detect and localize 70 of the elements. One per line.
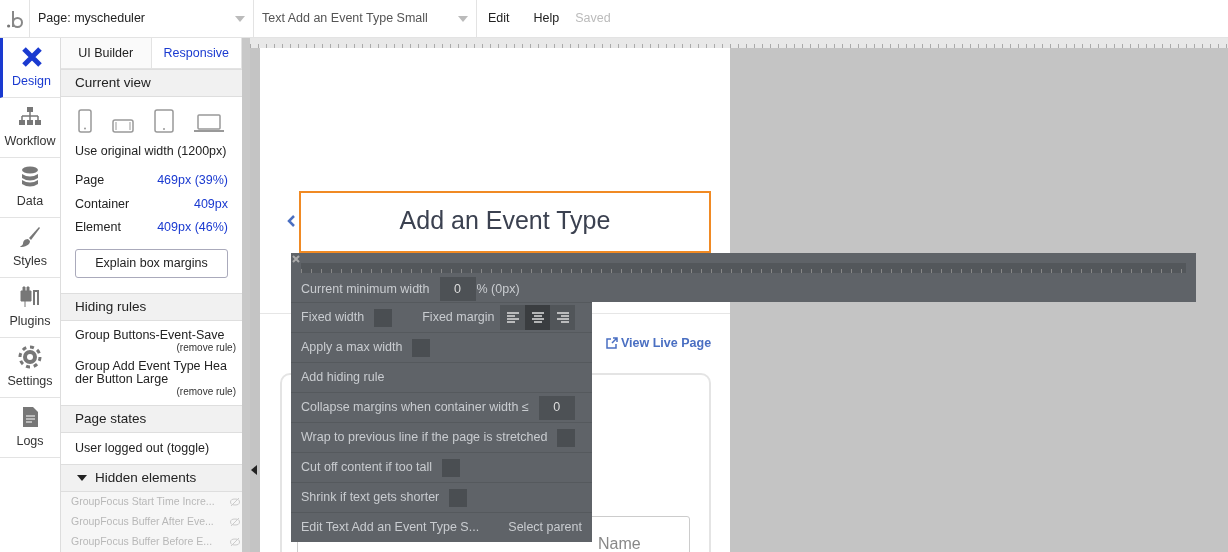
rule-name: Group Add Event Type Header Button Large	[75, 360, 228, 386]
size-value: 409px (46%)	[157, 219, 228, 237]
size-label: Element	[75, 219, 121, 237]
menu-item[interactable]: Edit	[488, 9, 510, 28]
option-label: Wrap to previous line if the page is stretched	[301, 429, 548, 447]
original-width-option[interactable]: Use original width (1200px)	[75, 142, 228, 161]
remove-rule-link[interactable]: (remove rule)	[176, 342, 236, 354]
back-chevron-icon	[287, 215, 295, 227]
size-value: 409px	[193, 195, 228, 213]
add-hiding-rule-link[interactable]: Add hiding rule	[301, 368, 385, 387]
laptop-icon	[194, 113, 224, 133]
nav-item[interactable]: Logs	[0, 398, 60, 458]
section-header: Page states	[61, 405, 242, 433]
nav-item[interactable]: Workflow	[0, 98, 60, 158]
triangle-icon	[77, 474, 87, 482]
size-label: Container	[75, 195, 130, 213]
logo-icon	[6, 9, 23, 28]
plug-icon	[18, 284, 42, 309]
dropdown[interactable]: Text Add an Event Type Small	[254, 0, 477, 37]
option-label: Current minimum width	[301, 280, 430, 298]
option-label: Cut off content if too tall	[301, 459, 433, 477]
nav-item[interactable]: Plugins	[0, 278, 60, 338]
option-label: Shrink if text gets shorter	[301, 489, 440, 507]
section-header: Current view	[61, 69, 242, 97]
align-right-icon	[556, 311, 570, 324]
phone-icon	[78, 109, 92, 133]
size-label: Page	[75, 171, 105, 189]
crossed-tools-icon	[19, 44, 44, 69]
gear-icon	[18, 344, 42, 369]
caret-icon	[235, 15, 245, 22]
input-field[interactable]: 0	[538, 395, 575, 420]
option-label: Fixed margin	[422, 309, 495, 327]
align-center-icon	[531, 311, 545, 324]
caret-icon	[458, 15, 468, 22]
eye-slash-icon	[230, 518, 240, 526]
hidden-elements-toggle[interactable]: Hidden elements	[61, 464, 242, 492]
nav-item[interactable]: Data	[0, 158, 60, 218]
scrollbar[interactable]	[242, 38, 250, 552]
section-header: Hiding rules	[61, 293, 242, 321]
option-label: Collapse margins when container width ≤	[301, 399, 529, 417]
eye-slash-icon	[230, 498, 240, 506]
dropdown[interactable]: Page: myscheduler	[30, 0, 254, 37]
unit-label: % (0px)	[476, 280, 520, 298]
select-parent-link[interactable]: Select parent	[508, 518, 582, 537]
align-left-icon	[506, 311, 520, 324]
align-button[interactable]	[525, 305, 551, 330]
remove-rule-link[interactable]: (remove rule)	[176, 386, 236, 398]
close-icon	[292, 255, 300, 263]
tablet-icon	[154, 109, 174, 133]
nav-item[interactable]: Settings	[0, 338, 60, 398]
edit-element-link[interactable]: Edit Text Add an Event Type S...	[301, 518, 480, 537]
paintbrush-icon	[18, 224, 42, 249]
rule-name: Group Buttons-Event-Save	[75, 329, 226, 342]
nav-item[interactable]: Styles	[0, 218, 60, 278]
explain-margins-button[interactable]: Explain box margins	[75, 249, 228, 278]
phone-landscape-icon	[112, 119, 134, 133]
page-state[interactable]: User logged out (toggle)	[61, 433, 242, 464]
size-value: 469px (39%)	[157, 171, 228, 189]
page-heading: Add an Event Type	[399, 205, 611, 237]
option-label: Apply a max width	[301, 339, 403, 357]
tab[interactable]: Responsive	[151, 38, 242, 69]
save-status: Saved	[575, 10, 611, 28]
input-field[interactable]: 0	[439, 277, 476, 301]
tab[interactable]: UI Builder	[61, 38, 152, 69]
option-label: Fixed width	[301, 309, 365, 327]
eye-slash-icon	[230, 538, 240, 546]
collapse-arrow-icon	[251, 465, 257, 475]
menu-item[interactable]: Help	[533, 9, 560, 28]
external-link-icon	[606, 337, 618, 350]
view-live-page-link[interactable]: View Live Page	[606, 334, 712, 353]
